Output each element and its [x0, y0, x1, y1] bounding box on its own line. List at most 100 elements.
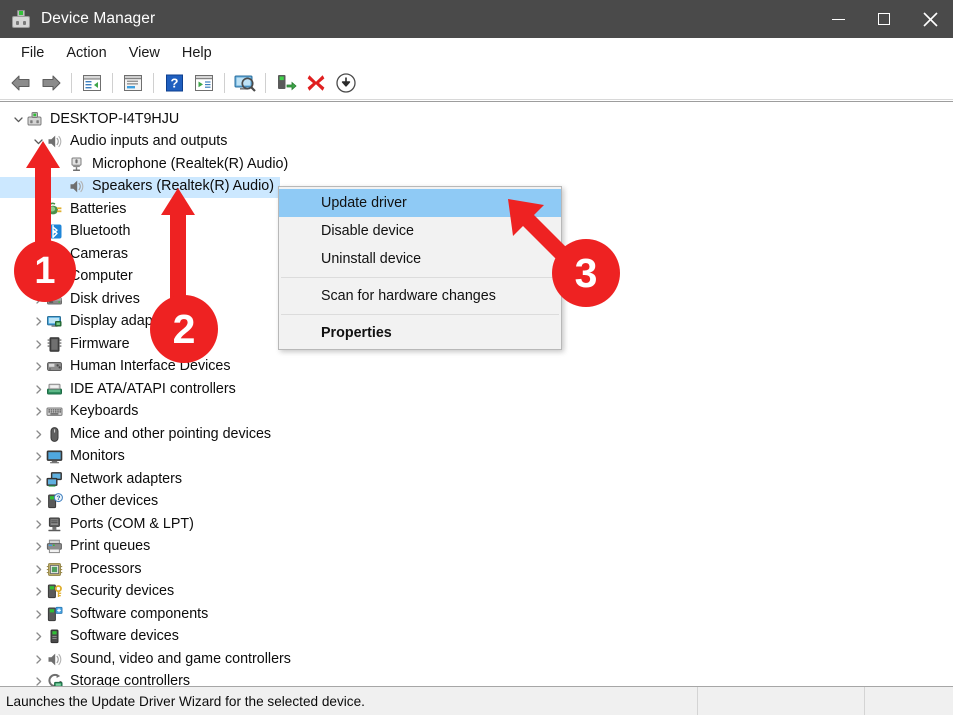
context-menu-item-disable-device[interactable]: Disable device — [279, 217, 561, 245]
status-message: Launches the Update Driver Wizard for th… — [6, 693, 365, 709]
maximize-button[interactable] — [861, 0, 907, 38]
context-menu-item-uninstall-device[interactable]: Uninstall device — [279, 245, 561, 273]
tree-item-processors[interactable]: Processors — [0, 558, 953, 581]
tree-item-mice-and-other-pointing-devices[interactable]: Mice and other pointing devices — [0, 423, 953, 446]
device-manager-window: Device Manager File Action View Help ? D… — [0, 0, 953, 715]
context-menu-item-update-driver[interactable]: Update driver — [279, 189, 561, 217]
menu-help[interactable]: Help — [171, 42, 223, 64]
enable-device-button[interactable] — [271, 69, 301, 97]
minimize-button[interactable] — [815, 0, 861, 38]
update-driver-button[interactable] — [189, 69, 219, 97]
chevron-right-icon[interactable] — [30, 491, 46, 513]
chevron-right-icon[interactable] — [30, 536, 46, 558]
forward-button[interactable] — [36, 69, 66, 97]
back-button[interactable] — [6, 69, 36, 97]
context-menu-separator — [281, 277, 559, 278]
keyboard-icon — [46, 403, 63, 420]
chevron-right-icon[interactable] — [30, 198, 46, 220]
properties-icon — [124, 75, 142, 91]
display-adapter-icon — [46, 313, 63, 330]
chevron-right-icon[interactable] — [30, 423, 46, 445]
chevron-down-icon[interactable] — [10, 108, 26, 130]
tree-item-microphone-realtek-r-audio[interactable]: Microphone (Realtek(R) Audio) — [0, 153, 953, 176]
monitor-icon — [46, 448, 63, 465]
tree-item-label: Audio inputs and outputs — [70, 133, 228, 150]
disable-device-button[interactable] — [331, 69, 361, 97]
tree-item-label: Ports (COM & LPT) — [70, 515, 194, 532]
microphone-icon — [68, 156, 85, 173]
chevron-right-icon[interactable] — [30, 513, 46, 535]
tree-item-human-interface-devices[interactable]: Human Interface Devices — [0, 356, 953, 379]
storage-controller-icon — [46, 673, 63, 686]
context-menu-item-scan-for-hardware-changes[interactable]: Scan for hardware changes — [279, 282, 561, 310]
tree-item-storage-controllers[interactable]: Storage controllers — [0, 671, 953, 686]
uninstall-device-button[interactable] — [301, 69, 331, 97]
chevron-right-icon[interactable] — [30, 311, 46, 333]
camera-icon — [46, 246, 63, 263]
chevron-right-icon[interactable] — [30, 603, 46, 625]
context-menu-separator — [281, 314, 559, 315]
chevron-right-icon[interactable] — [30, 581, 46, 603]
firmware-icon — [46, 336, 63, 353]
tree-item-software-devices[interactable]: Software devices — [0, 626, 953, 649]
tree-item-label: Mice and other pointing devices — [70, 425, 272, 442]
chevron-right-icon[interactable] — [30, 356, 46, 378]
update-driver-icon — [195, 75, 213, 91]
chevron-right-icon[interactable] — [30, 333, 46, 355]
help-button[interactable]: ? — [159, 69, 189, 97]
tree-item-network-adapters[interactable]: Network adapters — [0, 468, 953, 491]
chevron-right-icon[interactable] — [30, 221, 46, 243]
chevron-right-icon[interactable] — [30, 378, 46, 400]
show-hide-console-tree-button[interactable] — [77, 69, 107, 97]
tree-item-root[interactable]: DESKTOP-I4T9HJU — [0, 108, 953, 131]
chevron-right-icon[interactable] — [30, 558, 46, 580]
speaker-icon — [46, 651, 63, 668]
tree-item-label: Print queues — [70, 538, 151, 555]
tree-item-monitors[interactable]: Monitors — [0, 446, 953, 469]
tree-item-label: DESKTOP-I4T9HJU — [50, 110, 180, 127]
context-menu-item-properties[interactable]: Properties — [279, 319, 561, 347]
speaker-icon — [68, 178, 85, 195]
chevron-right-icon[interactable] — [30, 648, 46, 670]
chevron-down-icon[interactable] — [30, 131, 46, 153]
software-component-icon — [46, 606, 63, 623]
chevron-right-icon[interactable] — [30, 626, 46, 648]
tree-item-software-components[interactable]: Software components — [0, 603, 953, 626]
close-icon — [922, 11, 938, 27]
other-device-icon: ? — [46, 493, 63, 510]
tree-item-other-devices[interactable]: ? Other devices — [0, 491, 953, 514]
menu-bar: File Action View Help — [0, 38, 953, 67]
chevron-right-icon[interactable] — [30, 243, 46, 265]
status-bar: Launches the Update Driver Wizard for th… — [0, 686, 953, 715]
tree-item-ide-ata-atapi-controllers[interactable]: IDE ATA/ATAPI controllers — [0, 378, 953, 401]
close-button[interactable] — [907, 0, 953, 38]
chevron-right-icon[interactable] — [30, 401, 46, 423]
chevron-right-icon — [52, 176, 68, 198]
tree-item-sound-video-and-game-controllers[interactable]: Sound, video and game controllers — [0, 648, 953, 671]
tree-item-label: Other devices — [70, 493, 159, 510]
chevron-right-icon[interactable] — [30, 468, 46, 490]
tree-item-label: Keyboards — [70, 403, 139, 420]
tree-item-label: IDE ATA/ATAPI controllers — [70, 380, 236, 397]
tree-item-ports-com-lpt[interactable]: Ports (COM & LPT) — [0, 513, 953, 536]
tree-item-print-queues[interactable]: Print queues — [0, 536, 953, 559]
status-pane-3 — [865, 687, 953, 715]
properties-button[interactable] — [118, 69, 148, 97]
scan-for-hardware-changes-button[interactable] — [230, 69, 260, 97]
chevron-right-icon[interactable] — [30, 266, 46, 288]
ide-controller-icon — [46, 381, 63, 398]
tree-item-label: Cameras — [70, 245, 128, 262]
chevron-right-icon[interactable] — [30, 671, 46, 686]
port-icon — [46, 516, 63, 533]
tree-item-audio-inputs-and-outputs[interactable]: Audio inputs and outputs — [0, 131, 953, 154]
chevron-right-icon[interactable] — [30, 288, 46, 310]
menu-action[interactable]: Action — [55, 42, 117, 64]
printer-icon — [46, 538, 63, 555]
tree-item-security-devices[interactable]: Security devices — [0, 581, 953, 604]
chevron-right-icon[interactable] — [30, 446, 46, 468]
tree-item-keyboards[interactable]: Keyboards — [0, 401, 953, 424]
tree-item-label: Microphone (Realtek(R) Audio) — [92, 155, 289, 172]
device-context-menu[interactable]: Update driver Disable device Uninstall dev… — [278, 186, 562, 350]
menu-view[interactable]: View — [118, 42, 171, 64]
menu-file[interactable]: File — [10, 42, 55, 64]
